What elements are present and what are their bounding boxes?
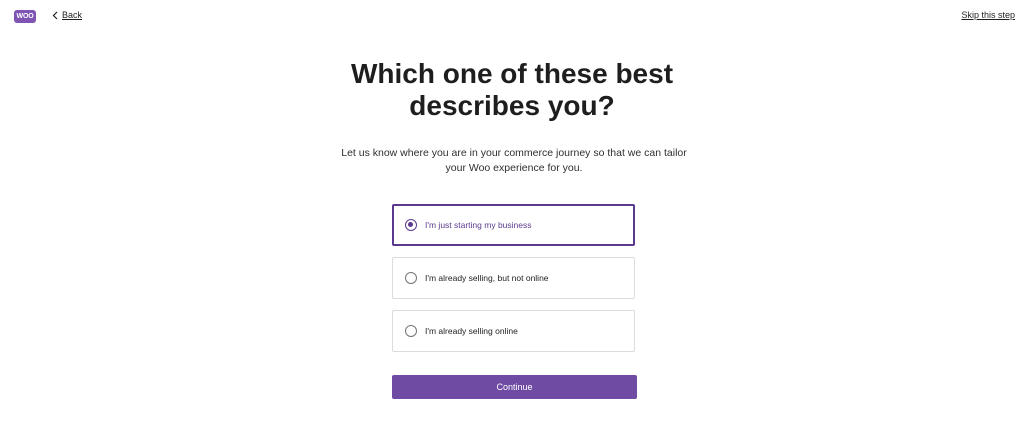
option-selling-not-online[interactable]: I'm already selling, but not online xyxy=(392,257,635,299)
continue-button[interactable]: Continue xyxy=(392,375,637,399)
radio-button[interactable] xyxy=(405,272,417,284)
radio-button-selected[interactable] xyxy=(405,219,417,231)
page-title: Which one of these best describes you? xyxy=(0,58,1024,122)
top-bar: WOO Back Skip this step xyxy=(0,0,1024,32)
option-selling-online[interactable]: I'm already selling online xyxy=(392,310,635,352)
page-subtitle: Let us know where you are in your commer… xyxy=(341,147,687,174)
chevron-left-icon xyxy=(52,11,58,19)
radio-button[interactable] xyxy=(405,325,417,337)
skip-step-link[interactable]: Skip this step xyxy=(961,10,1015,20)
option-label: I'm just starting my business xyxy=(425,220,532,230)
option-label: I'm already selling, but not online xyxy=(425,273,549,283)
option-just-starting[interactable]: I'm just starting my business xyxy=(392,204,635,246)
back-label: Back xyxy=(62,10,83,20)
title-line-2: describes you? xyxy=(409,90,615,121)
options-list: I'm just starting my business I'm alread… xyxy=(392,204,635,363)
option-label: I'm already selling online xyxy=(425,326,518,336)
back-link[interactable]: Back xyxy=(52,10,82,20)
woo-logo: WOO xyxy=(14,10,36,23)
title-line-1: Which one of these best xyxy=(350,58,674,89)
